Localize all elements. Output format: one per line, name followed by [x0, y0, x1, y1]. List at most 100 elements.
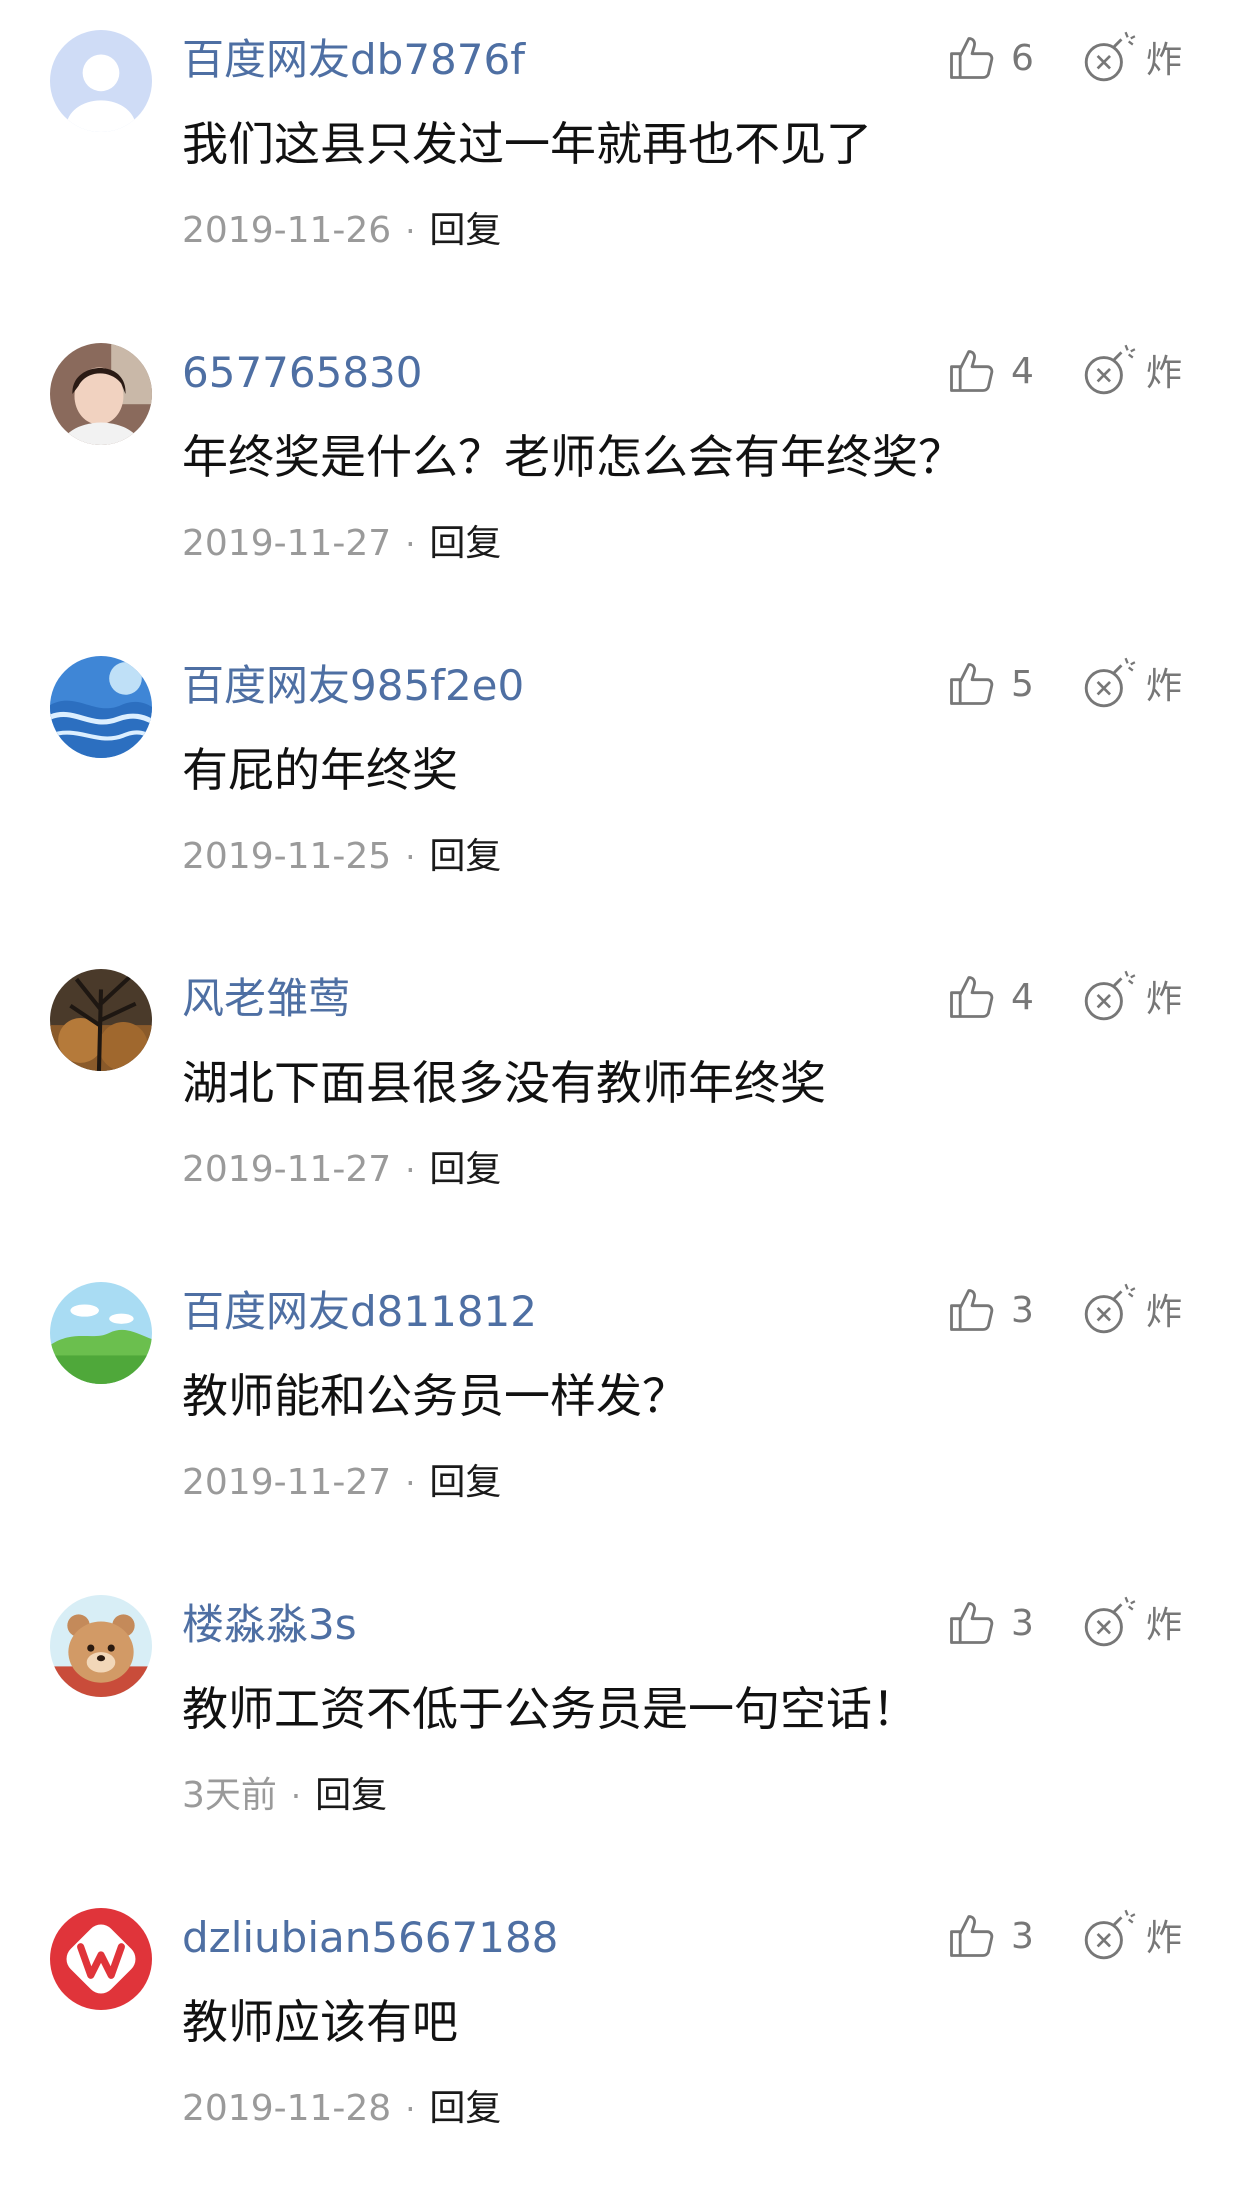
bomb-label: 炸: [1146, 353, 1183, 394]
username[interactable]: 风老雏莺: [182, 973, 350, 1025]
comment-text: 有屁的年终奖: [182, 743, 458, 797]
reply-button[interactable]: 回复: [429, 207, 501, 255]
bomb-icon: [1080, 967, 1138, 1025]
timestamp: 2019-11-25: [182, 835, 392, 877]
bomb-label: 炸: [1146, 40, 1183, 81]
timestamp: 3天前: [182, 1774, 277, 1816]
bomb-icon: [1080, 341, 1138, 399]
thumbs-up-icon: [945, 658, 997, 710]
like-count: 3: [1011, 1602, 1034, 1644]
like-button[interactable]: 6: [945, 28, 1034, 88]
username[interactable]: dzliubian5667188: [182, 1912, 558, 1964]
separator-dot: ·: [405, 524, 416, 563]
like-button[interactable]: 3: [945, 1593, 1034, 1653]
timestamp: 2019-11-27: [182, 1148, 392, 1190]
bomb-button[interactable]: 炸: [1080, 652, 1182, 714]
like-count: 3: [1011, 1915, 1034, 1957]
blue-swirl-avatar-icon: [50, 656, 152, 758]
bomb-icon: [1080, 1593, 1138, 1651]
wps-logo-avatar-icon: [50, 1908, 152, 2010]
bomb-button[interactable]: 炸: [1080, 1278, 1182, 1340]
separator-dot: ·: [405, 2089, 416, 2128]
comment-meta: 2019-11-27 · 回复: [182, 519, 501, 567]
reply-button[interactable]: 回复: [429, 833, 501, 881]
username[interactable]: 百度网友d811812: [182, 1286, 537, 1338]
like-button[interactable]: 3: [945, 1280, 1034, 1340]
reply-button[interactable]: 回复: [429, 520, 501, 568]
separator-dot: ·: [290, 1776, 302, 1815]
bomb-label: 炸: [1146, 979, 1183, 1020]
username[interactable]: 百度网友db7876f: [182, 34, 525, 86]
landscape-avatar-icon: [50, 1282, 152, 1384]
bomb-icon: [1080, 654, 1138, 712]
avatar[interactable]: [50, 343, 152, 445]
comment-meta: 2019-11-25 · 回复: [182, 832, 501, 880]
separator-dot: ·: [405, 1463, 416, 1502]
bomb-label: 炸: [1146, 666, 1183, 707]
comment-item: 风老雏莺 4 炸 湖北下面县很多没有教师年终奖 2019-11-27 · 回复: [0, 939, 1241, 1252]
comment-text: 年终奖是什么？老师怎么会有年终奖？: [182, 430, 964, 484]
bomb-icon: [1080, 1906, 1138, 1964]
avatar[interactable]: [50, 1282, 152, 1384]
bomb-button[interactable]: 炸: [1080, 26, 1182, 88]
avatar[interactable]: [50, 656, 152, 758]
comment-meta: 2019-11-28 · 回复: [182, 2084, 501, 2132]
thumbs-up-icon: [945, 32, 997, 84]
like-button[interactable]: 3: [945, 1906, 1034, 1966]
comment-item: 百度网友d811812 3 炸 教师能和公务员一样发？ 2019-11-27 · 回…: [0, 1252, 1241, 1565]
bomb-icon: [1080, 1280, 1138, 1338]
username[interactable]: 楼淼淼3s: [182, 1599, 357, 1651]
avatar[interactable]: [50, 969, 152, 1071]
bear-avatar-icon: [50, 1595, 152, 1697]
thumbs-up-icon: [945, 345, 997, 397]
separator-dot: ·: [405, 837, 416, 876]
comment-text: 教师工资不低于公务员是一句空话！: [182, 1682, 918, 1736]
separator-dot: ·: [405, 1150, 416, 1189]
comment-text: 教师应该有吧: [182, 1995, 458, 2049]
thumbs-up-icon: [945, 971, 997, 1023]
bomb-label: 炸: [1146, 1918, 1183, 1959]
comment-list: 百度网友db7876f 6 炸 我们这县只发过一年就再也不见了 2019-11-…: [0, 0, 1241, 2137]
like-count: 4: [1011, 976, 1034, 1018]
reply-button[interactable]: 回复: [429, 2085, 501, 2133]
like-count: 6: [1011, 37, 1034, 79]
timestamp: 2019-11-27: [182, 1461, 392, 1503]
thumbs-up-icon: [945, 1597, 997, 1649]
comment-meta: 2019-11-27 · 回复: [182, 1145, 501, 1193]
bomb-button[interactable]: 炸: [1080, 965, 1182, 1027]
reply-button[interactable]: 回复: [315, 1772, 387, 1820]
reply-button[interactable]: 回复: [429, 1459, 501, 1507]
comment-text: 教师能和公务员一样发？: [182, 1369, 688, 1423]
avatar[interactable]: [50, 1908, 152, 2010]
comment-item: 楼淼淼3s 3 炸 教师工资不低于公务员是一句空话！ 3天前 · 回复: [0, 1565, 1241, 1878]
username[interactable]: 百度网友985f2e0: [182, 660, 524, 712]
like-count: 4: [1011, 350, 1034, 392]
avatar[interactable]: [50, 1595, 152, 1697]
bomb-button[interactable]: 炸: [1080, 1904, 1182, 1966]
like-button[interactable]: 4: [945, 967, 1034, 1027]
thumbs-up-icon: [945, 1910, 997, 1962]
like-button[interactable]: 4: [945, 341, 1034, 401]
comment-meta: 3天前 · 回复: [182, 1771, 387, 1819]
bomb-label: 炸: [1146, 1605, 1183, 1646]
photo-avatar-icon: [50, 343, 152, 445]
comment-meta: 2019-11-26 · 回复: [182, 206, 501, 254]
like-button[interactable]: 5: [945, 654, 1034, 714]
bomb-button[interactable]: 炸: [1080, 339, 1182, 401]
timestamp: 2019-11-26: [182, 209, 392, 251]
comment-text: 湖北下面县很多没有教师年终奖: [182, 1056, 826, 1110]
username[interactable]: 657765830: [182, 347, 423, 399]
avatar[interactable]: [50, 30, 152, 132]
comment-text: 我们这县只发过一年就再也不见了: [182, 117, 872, 171]
reply-button[interactable]: 回复: [429, 1146, 501, 1194]
bomb-label: 炸: [1146, 1292, 1183, 1333]
comment-item: 百度网友db7876f 6 炸 我们这县只发过一年就再也不见了 2019-11-…: [0, 0, 1241, 313]
like-count: 5: [1011, 663, 1034, 705]
comment-item: 657765830 4 炸 年终奖是什么？老师怎么会有年终奖？ 2019-11-…: [0, 313, 1241, 626]
timestamp: 2019-11-28: [182, 2087, 392, 2129]
comment-item: dzliubian5667188 3 炸 教师应该有吧 2019-11-28 · 回…: [0, 1878, 1241, 2191]
bomb-icon: [1080, 28, 1138, 86]
timestamp: 2019-11-27: [182, 522, 392, 564]
bomb-button[interactable]: 炸: [1080, 1591, 1182, 1653]
like-count: 3: [1011, 1289, 1034, 1331]
